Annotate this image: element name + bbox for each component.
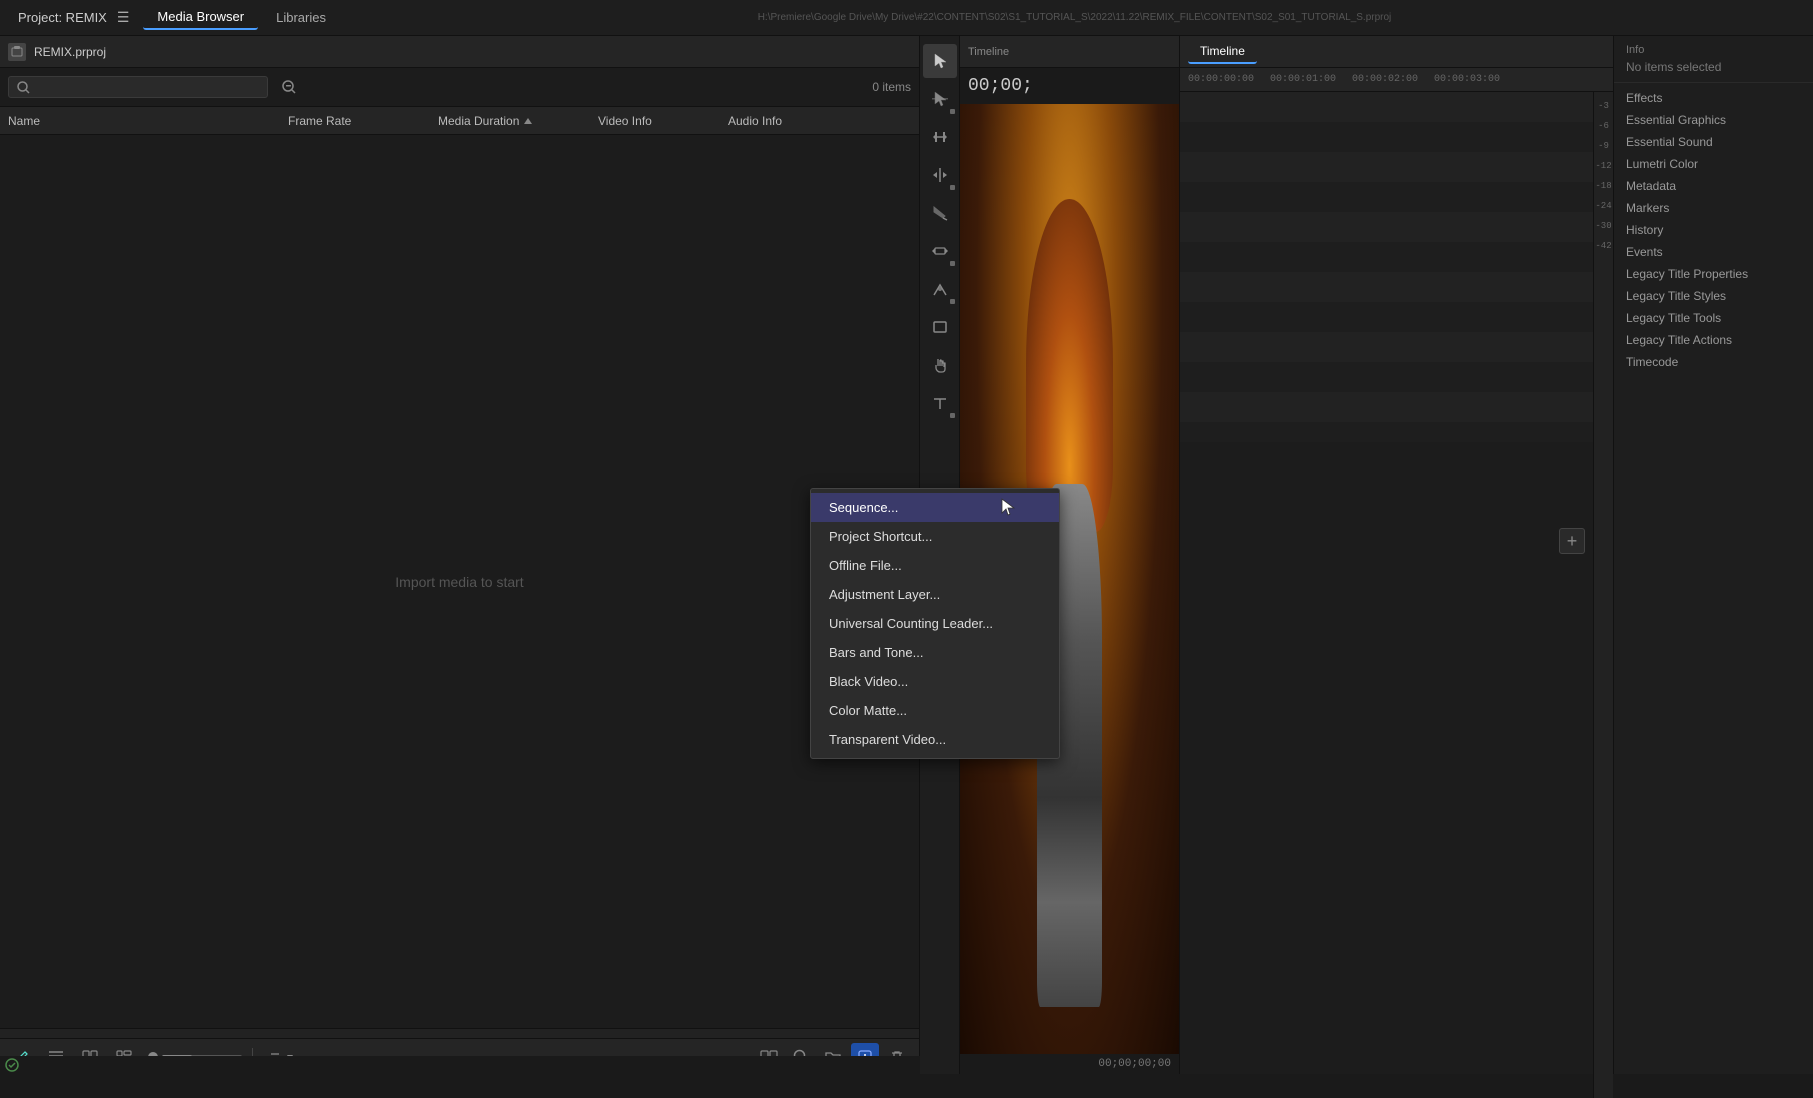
empty-area: Import media to start [0, 135, 919, 1028]
type-tool[interactable] [923, 386, 957, 420]
track-select-indicator [950, 109, 955, 114]
timeline-area: Timeline 00:00:00:00 00:00:01:00 00:00:0… [1180, 36, 1613, 1074]
project-tab[interactable]: Project: REMIX ☰ [8, 5, 139, 30]
empty-message: Import media to start [395, 574, 523, 590]
rolling-edit-tool[interactable] [923, 158, 957, 192]
context-menu-item-transparent-video[interactable]: Transparent Video... [811, 725, 1059, 754]
essential-graphics-item[interactable]: Essential Graphics [1614, 109, 1813, 131]
context-menu-item-offline-file[interactable]: Offline File... [811, 551, 1059, 580]
effects-panel-item[interactable]: Effects [1614, 87, 1813, 109]
libraries-tab[interactable]: Libraries [262, 6, 340, 29]
timeline-tab[interactable]: Timeline [1188, 40, 1257, 64]
timeline-label: Timeline [968, 46, 1009, 58]
lumetri-color-item[interactable]: Lumetri Color [1614, 153, 1813, 175]
project-panel-icon [8, 43, 26, 61]
legacy-title-properties-item[interactable]: Legacy Title Properties [1614, 263, 1813, 285]
timeline-number-scale: -3 -6 -9 -12 -18 -24 -30 -42 [1593, 92, 1613, 1098]
timeline-tracks [1180, 92, 1613, 442]
no-selection-text: No items selected [1626, 60, 1801, 74]
search-icon [17, 81, 30, 94]
column-headers: Name Frame Rate Media Duration Video Inf… [0, 107, 919, 135]
timeline-content: 00:00:00:00 00:00:01:00 00:00:02:00 00:0… [1180, 68, 1613, 1074]
add-panel-button[interactable]: + [1559, 528, 1585, 554]
timecode-bottom: 00;00;00;00 [960, 1054, 1179, 1074]
essential-sound-item[interactable]: Essential Sound [1614, 131, 1813, 153]
ripple-edit-tool[interactable] [923, 120, 957, 154]
search-input-wrap[interactable] [8, 76, 268, 98]
preview-panel-header: Timeline [960, 36, 1179, 68]
markers-item[interactable]: Markers [1614, 197, 1813, 219]
context-menu: Sequence... Project Shortcut... Offline … [810, 488, 1060, 759]
search-bar: 0 items [0, 68, 919, 107]
top-bar: Project: REMIX ☰ Media Browser Libraries… [0, 0, 1813, 36]
bottom-gutter [0, 1056, 920, 1074]
info-label: Info [1626, 44, 1801, 56]
context-menu-item-color-matte[interactable]: Color Matte... [811, 696, 1059, 725]
col-header-framerate[interactable]: Frame Rate [288, 114, 438, 128]
timeline-header: Timeline [1180, 36, 1613, 68]
hand-tool[interactable] [923, 348, 957, 382]
lamp-shade [1026, 199, 1114, 532]
context-menu-item-project-shortcut[interactable]: Project Shortcut... [811, 522, 1059, 551]
legacy-title-styles-item[interactable]: Legacy Title Styles [1614, 285, 1813, 307]
pen-indicator [950, 299, 955, 304]
rectangle-tool[interactable] [923, 310, 957, 344]
info-section: Info No items selected [1614, 36, 1813, 83]
context-menu-item-universal-counting[interactable]: Universal Counting Leader... [811, 609, 1059, 638]
slip-tool[interactable] [923, 234, 957, 268]
file-path: H:\Premiere\Google Drive\My Drive\#22\CO… [344, 12, 1805, 23]
legacy-title-tools-item[interactable]: Legacy Title Tools [1614, 307, 1813, 329]
rolling-indicator [950, 185, 955, 190]
events-item[interactable]: Events [1614, 241, 1813, 263]
sort-indicator [523, 116, 533, 126]
col-header-videoinfo[interactable]: Video Info [598, 114, 728, 128]
type-indicator [950, 413, 955, 418]
horizontal-scrollbar[interactable] [0, 1028, 919, 1038]
timecode-display: 00;00; [960, 68, 1179, 104]
project-title: Project: REMIX [18, 10, 107, 25]
context-menu-item-adjustment-layer[interactable]: Adjustment Layer... [811, 580, 1059, 609]
panel-header: REMIX.prproj [0, 36, 919, 68]
slip-indicator [950, 261, 955, 266]
status-icon[interactable] [4, 1057, 20, 1073]
project-panel: REMIX.prproj 0 items Name [0, 36, 920, 1074]
hamburger-icon[interactable]: ☰ [117, 9, 130, 26]
col-header-duration[interactable]: Media Duration [438, 114, 598, 128]
metadata-item[interactable]: Metadata [1614, 175, 1813, 197]
find-bin-button[interactable] [276, 74, 302, 100]
items-count: 0 items [872, 80, 911, 94]
pen-tool[interactable] [923, 272, 957, 306]
legacy-title-actions-item[interactable]: Legacy Title Actions [1614, 329, 1813, 351]
panels-section: Effects Essential Graphics Essential Sou… [1614, 83, 1813, 377]
timecode-item[interactable]: Timecode [1614, 351, 1813, 373]
razor-tool[interactable] [923, 196, 957, 230]
col-header-audioinfo[interactable]: Audio Info [728, 114, 848, 128]
context-menu-item-bars-and-tone[interactable]: Bars and Tone... [811, 638, 1059, 667]
media-browser-tab[interactable]: Media Browser [143, 5, 258, 30]
right-sidebar: Info No items selected Effects Essential… [1613, 36, 1813, 1074]
context-menu-item-black-video[interactable]: Black Video... [811, 667, 1059, 696]
timeline-ruler: 00:00:00:00 00:00:01:00 00:00:02:00 00:0… [1180, 68, 1613, 92]
context-menu-item-sequence[interactable]: Sequence... [811, 493, 1059, 522]
col-header-name[interactable]: Name [8, 114, 288, 128]
track-select-tool[interactable] [923, 82, 957, 116]
selection-tool[interactable] [923, 44, 957, 78]
history-item[interactable]: History [1614, 219, 1813, 241]
search-input[interactable] [36, 80, 256, 94]
project-file-name: REMIX.prproj [34, 45, 106, 59]
